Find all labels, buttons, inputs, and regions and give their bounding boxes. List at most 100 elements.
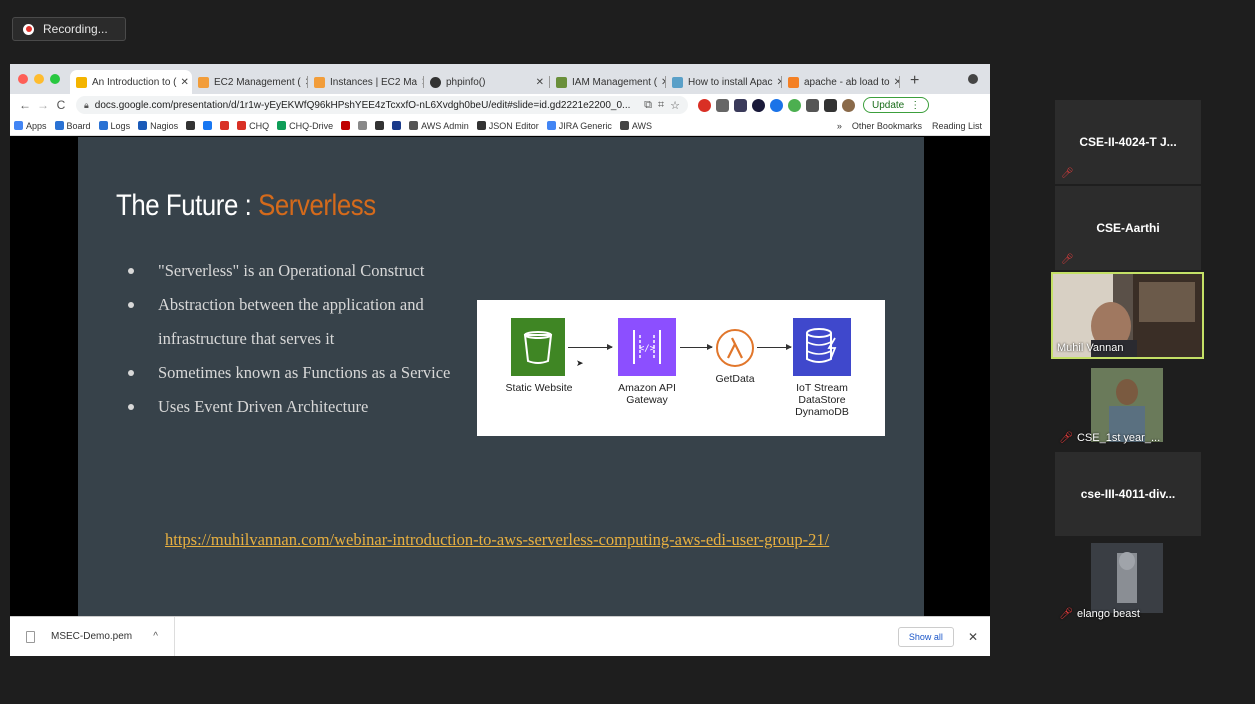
participant-tile[interactable]: cse-III-4011-div... (1055, 452, 1201, 536)
node-label: Amazon API Gateway (618, 382, 676, 406)
eyedropper-icon[interactable] (806, 98, 819, 112)
node-label: Static Website (505, 382, 573, 394)
update-label: Update (872, 99, 905, 111)
new-tab-button[interactable]: + (900, 70, 929, 94)
close-icon[interactable]: ✕ (177, 77, 189, 88)
record-icon (23, 23, 34, 35)
bookmark-item[interactable]: » (837, 121, 842, 131)
bookmark-icon (186, 121, 196, 130)
bookmark-item[interactable]: Reading List (932, 121, 982, 131)
bookmark-item[interactable]: JSON Editor (476, 120, 539, 131)
puzzle-icon[interactable] (824, 98, 837, 112)
bookmark-item[interactable]: Board (54, 121, 91, 131)
bookmark-item[interactable] (186, 121, 196, 130)
bookmark-label: JSON Editor (488, 120, 539, 131)
forward-icon[interactable]: → (34, 98, 52, 112)
architecture-diagram: ➤ </> Static Website Amazon API Gateway … (477, 300, 885, 436)
participant-name: cse-III-4011-div... (1080, 487, 1176, 501)
bookmark-item[interactable] (341, 121, 351, 130)
tab-phpinfo[interactable]: phpinfo() ✕ (424, 70, 550, 94)
tab-apache-ab[interactable]: apache - ab load to ✕ (782, 70, 900, 94)
bookmark-icon (358, 121, 368, 130)
file-icon (26, 630, 35, 643)
bookmark-item[interactable]: AWS Admin (409, 121, 469, 131)
bookmark-item[interactable]: CHQ-Drive (277, 121, 333, 131)
download-item[interactable]: MSEC-Demo.pem ^ (10, 617, 175, 656)
dynamodb-icon (793, 318, 851, 376)
bookmark-item[interactable]: Nagios (138, 121, 178, 131)
share-icon[interactable]: ⧉ (644, 99, 652, 112)
bookmark-item[interactable] (203, 121, 213, 130)
address-bar: ← → C 🔒︎ docs.google.com/presentation/d/… (10, 94, 990, 116)
chevron-up-icon[interactable]: ^ (153, 631, 158, 642)
arrow-icon (757, 344, 792, 350)
tab-presentation[interactable]: An Introduction to ( ✕ (70, 70, 192, 94)
participant-name: CSE-II-4024-T J... (1079, 135, 1177, 149)
title-accent: Serverless (258, 189, 376, 222)
node-label: GetData (715, 373, 755, 385)
participant-tile[interactable]: CSE-II-4024-T J... 🎤︎ (1055, 100, 1201, 184)
participant-tile[interactable]: 🎤︎ elango beast (1055, 538, 1201, 622)
iam-icon (556, 76, 567, 88)
title-prefix: The Future : (116, 189, 259, 222)
bookmark-icon (409, 121, 419, 130)
tab-install-apache[interactable]: How to install Apac ✕ (666, 70, 782, 94)
extension-icon[interactable] (770, 98, 783, 112)
window-controls (10, 64, 70, 94)
bookmark-item[interactable]: JIRA Generic (546, 120, 612, 131)
extension-icon[interactable] (716, 98, 729, 112)
update-button[interactable]: Update ⋮ (863, 97, 930, 113)
participant-tile[interactable]: 🎤︎ CSE_1st year_... (1055, 362, 1201, 446)
bookmark-item[interactable] (220, 121, 230, 130)
qr-icon[interactable]: ⌗ (658, 99, 664, 112)
active-speaker-tile[interactable]: Muhil Vannan (1051, 272, 1204, 359)
bookmark-item[interactable]: CHQ (237, 121, 269, 131)
bookmark-icon (237, 121, 247, 130)
download-filename: MSEC-Demo.pem (51, 631, 133, 642)
extension-icon[interactable] (788, 98, 801, 112)
bookmark-item[interactable] (375, 121, 385, 130)
bookmark-icon (138, 121, 148, 130)
show-all-button[interactable]: Show all (897, 626, 954, 647)
recording-label: Recording... (43, 22, 108, 36)
bullet-item: Sometimes known as Functions as a Servic… (128, 356, 458, 390)
bookmark-item[interactable]: Logs (98, 120, 131, 131)
close-icon[interactable]: ✕ (532, 77, 544, 88)
tab-instances[interactable]: Instances | EC2 Ma ✕ (308, 70, 424, 94)
bookmark-item[interactable]: AWS (619, 121, 652, 131)
extension-icon[interactable] (752, 98, 765, 112)
reload-icon[interactable]: C (52, 98, 70, 112)
bookmark-label: AWS Admin (421, 120, 469, 131)
avatar[interactable] (842, 98, 855, 112)
close-window-icon[interactable] (18, 74, 28, 84)
tab-search-icon[interactable] (968, 74, 978, 84)
extension-icon[interactable] (734, 98, 747, 112)
bookmark-label: JIRA Generic (558, 120, 612, 131)
recording-indicator[interactable]: Recording... (12, 17, 126, 41)
bookmark-label: Logs (110, 120, 131, 131)
bookmark-star-icon[interactable]: ☆ (670, 99, 680, 112)
url-field[interactable]: 🔒︎ docs.google.com/presentation/d/1r1w-y… (76, 96, 688, 114)
slide: The Future : Serverless "Serverless" is … (78, 137, 924, 616)
minimize-window-icon[interactable] (34, 74, 44, 84)
webinar-link[interactable]: https://muhilvannan.com/webinar-introduc… (165, 523, 865, 557)
bookmark-item[interactable]: Apps (14, 121, 47, 131)
participant-tile[interactable]: CSE-Aarthi 🎤︎ (1055, 186, 1201, 270)
tab-ec2-management[interactable]: EC2 Management ( ✕ (192, 70, 308, 94)
bookmark-icon (546, 121, 556, 130)
bookmark-icon (203, 121, 213, 130)
bookmark-item[interactable] (358, 121, 368, 130)
tab-label: phpinfo() (446, 76, 486, 88)
bookmark-label: Nagios (150, 120, 179, 131)
close-icon[interactable]: ✕ (954, 630, 990, 644)
adblock-icon[interactable] (698, 98, 711, 112)
tab-iam-management[interactable]: IAM Management ( ✕ (550, 70, 666, 94)
participant-label: 🎤︎ CSE_1st year_... (1059, 431, 1160, 445)
bookmark-item[interactable]: Other Bookmarks (852, 121, 922, 131)
bookmark-icon (98, 121, 108, 130)
maximize-window-icon[interactable] (50, 74, 60, 84)
s3-bucket-icon (511, 318, 565, 376)
slide-viewport: The Future : Serverless "Serverless" is … (10, 137, 990, 616)
bookmark-item[interactable] (392, 121, 402, 130)
back-icon[interactable]: ← (16, 98, 34, 112)
